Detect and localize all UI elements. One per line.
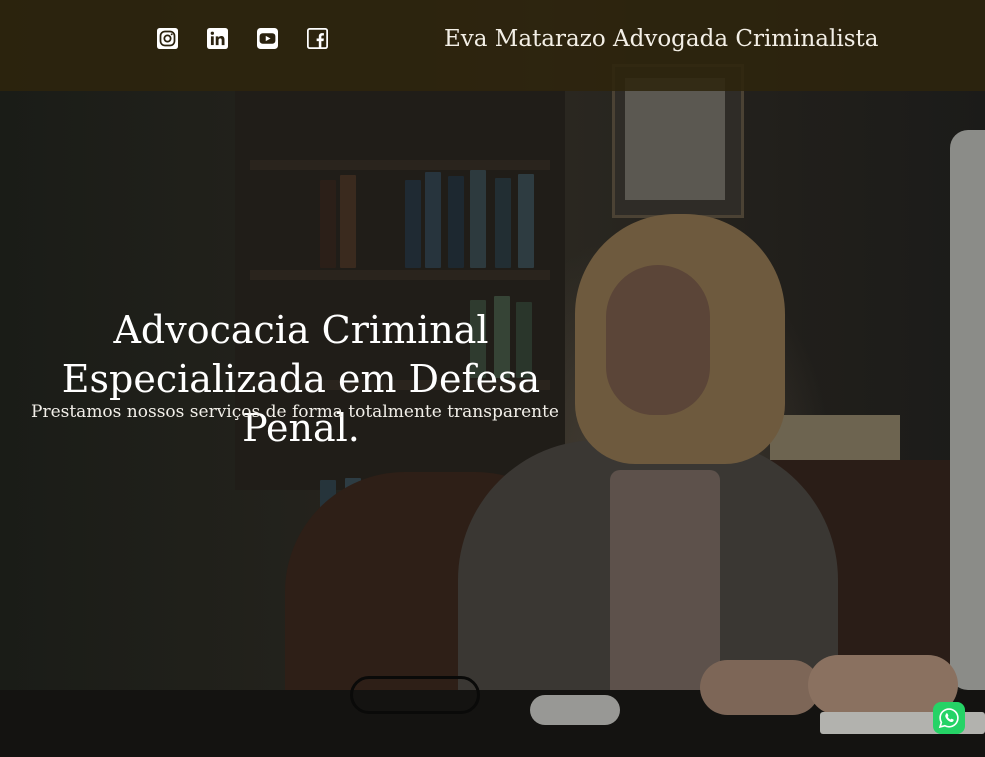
instagram-link[interactable] — [157, 28, 178, 49]
hero-headline: Advocacia Criminal Especializada em Defe… — [0, 306, 602, 453]
instagram-icon — [157, 28, 178, 49]
whatsapp-chat-button[interactable] — [933, 702, 965, 734]
hero-headline-line-1: Advocacia Criminal — [113, 308, 489, 352]
facebook-icon — [307, 28, 328, 49]
facebook-link[interactable] — [307, 28, 328, 49]
whatsapp-icon — [938, 708, 959, 729]
hero-subheadline: Prestamos nossos serviços de forma total… — [31, 402, 559, 422]
linkedin-icon — [207, 28, 228, 49]
youtube-icon — [257, 28, 278, 49]
linkedin-link[interactable] — [207, 28, 228, 49]
site-title[interactable]: Eva Matarazo Advogada Criminalista — [444, 26, 878, 52]
youtube-link[interactable] — [257, 28, 278, 49]
top-navigation-bar: Eva Matarazo Advogada Criminalista — [0, 0, 985, 91]
